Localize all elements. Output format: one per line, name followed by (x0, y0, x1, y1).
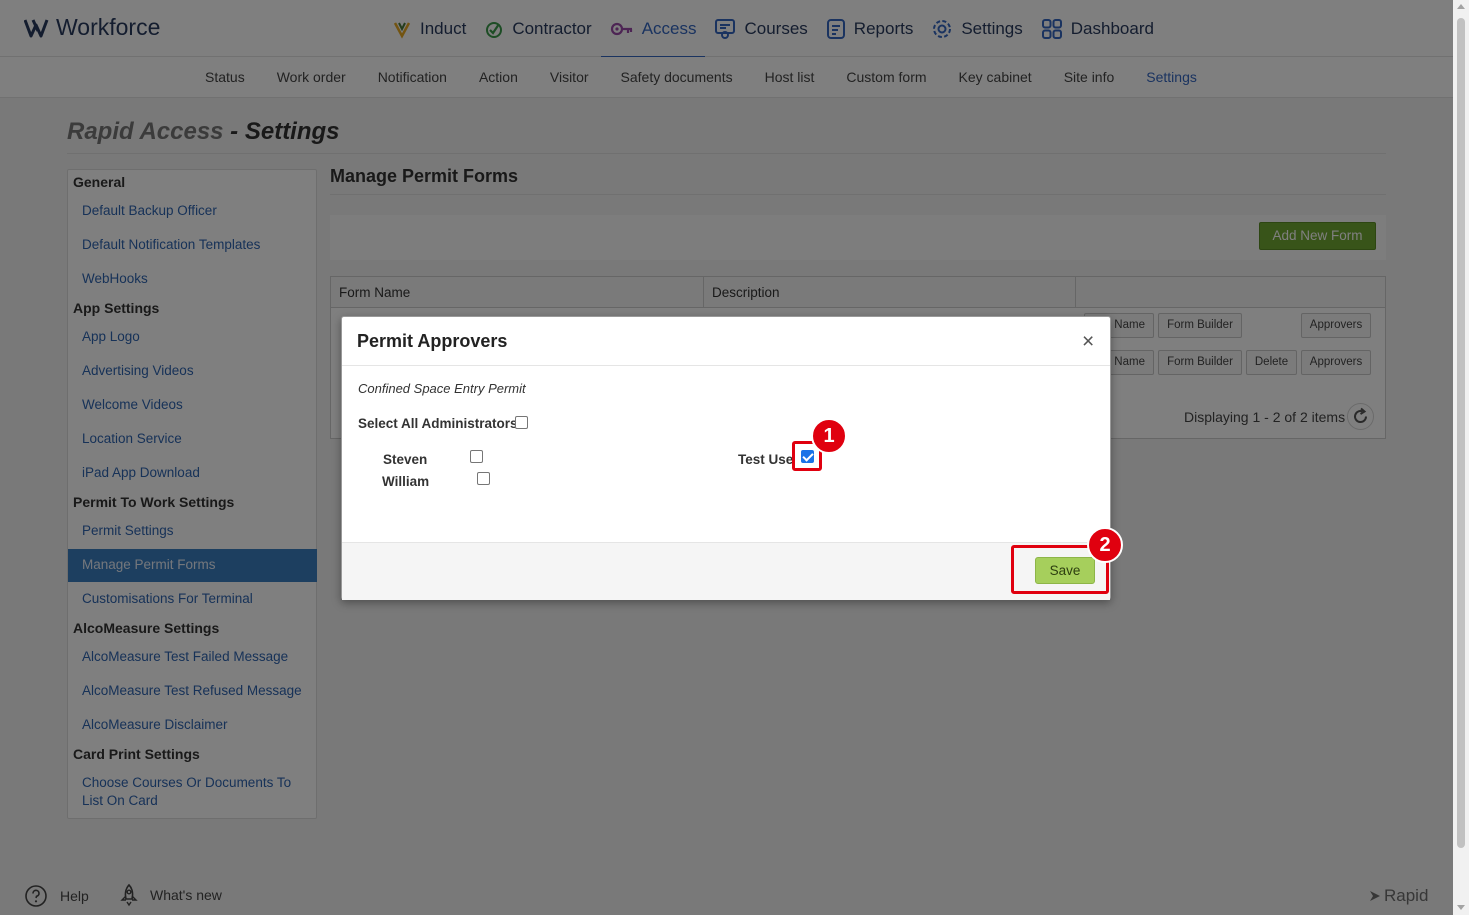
scroll-thumb[interactable] (1457, 18, 1465, 848)
approver-checkbox-william[interactable] (477, 472, 490, 485)
modal-title: Permit Approvers (357, 331, 508, 351)
close-icon[interactable]: × (1082, 331, 1094, 352)
step-badge-2: 2 (1087, 527, 1123, 563)
approver-label-test-user: Test Use (738, 452, 794, 467)
modal-footer (342, 543, 1110, 600)
modal-header-divider (342, 365, 1110, 366)
select-all-label: Select All Administrators (358, 416, 518, 431)
approver-label-william: William (382, 474, 430, 489)
select-all-checkbox[interactable] (515, 416, 528, 429)
scroll-down-arrow-icon[interactable] (1457, 905, 1465, 910)
approver-checkbox-steven[interactable] (470, 450, 483, 463)
page-scrollbar[interactable] (1453, 0, 1469, 915)
permit-approvers-modal: Permit Approvers × Confined Space Entry … (341, 316, 1111, 600)
approver-label-steven: Steven (383, 452, 428, 467)
step-badge-1: 1 (811, 418, 847, 454)
scroll-up-arrow-icon[interactable] (1457, 4, 1465, 9)
permit-form-name: Confined Space Entry Permit (358, 381, 526, 396)
